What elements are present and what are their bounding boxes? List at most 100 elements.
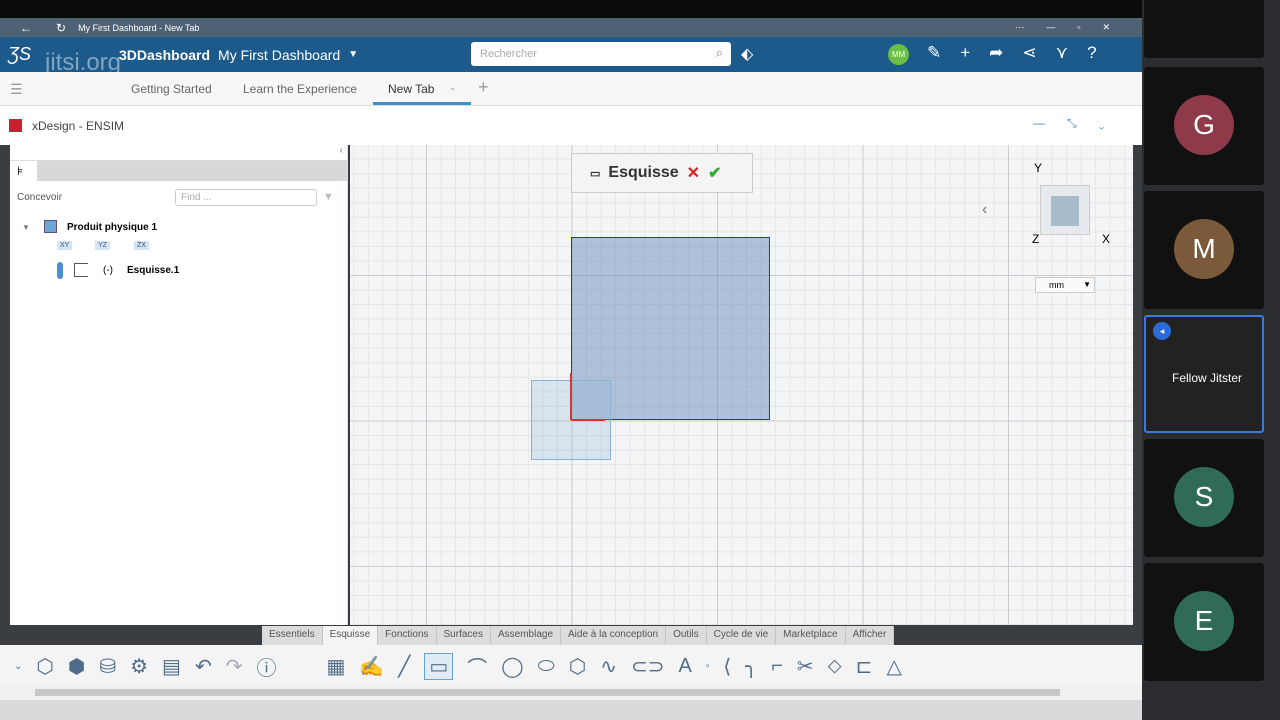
search-icon[interactable]: ⌕ <box>716 45 723 61</box>
tab-bar: ☰ Getting Started Learn the Experience N… <box>0 72 1142 106</box>
tree-tab-icon[interactable]: ⊧ <box>10 161 37 181</box>
back-icon[interactable]: ← <box>20 21 32 35</box>
dashboard-header: ƷS jitsi.org 3DDashboard My First Dashbo… <box>0 37 1142 76</box>
speaker-icon: ◂ <box>1153 322 1171 340</box>
tab-getting-started[interactable]: Getting Started <box>131 82 212 96</box>
ttab-marketplace[interactable]: Marketplace <box>776 626 846 645</box>
reload-icon[interactable]: ↻ <box>56 21 66 35</box>
filter-icon[interactable]: ▼ <box>323 191 334 203</box>
ttab-cycle[interactable]: Cycle de vie <box>706 626 777 645</box>
help-icon[interactable]: ⓘ <box>256 652 276 681</box>
dashboard-name[interactable]: My First Dashboard <box>218 47 340 63</box>
circle-icon[interactable]: ◯ <box>501 654 523 679</box>
slot-icon[interactable]: ⊂⊃ <box>631 654 665 679</box>
undo-icon[interactable]: ↶ <box>195 654 212 679</box>
participant-tile[interactable]: G <box>1144 67 1264 185</box>
menu-icon[interactable]: ☰ <box>10 81 23 98</box>
search-box[interactable]: Rechercher ⌕ <box>471 42 731 66</box>
plane-yz[interactable]: YZ <box>95 241 110 250</box>
ttab-afficher[interactable]: Afficher <box>845 626 895 645</box>
tab-new[interactable]: New Tab <box>388 82 434 96</box>
participant-name: Fellow Jitster <box>1172 371 1243 385</box>
participant-tile[interactable]: S <box>1144 439 1264 557</box>
y-axis <box>570 373 572 420</box>
units-value: mm <box>1049 280 1064 290</box>
polygon-icon[interactable]: ⬡ <box>569 654 586 679</box>
search-input[interactable]: Rechercher <box>480 48 537 60</box>
add-tab-icon[interactable]: + <box>478 77 489 98</box>
chevron-down-icon[interactable]: ⌄ <box>449 82 457 93</box>
collapse-panel-icon[interactable]: ‹ <box>340 145 343 156</box>
plane-xy[interactable]: XY <box>57 241 73 250</box>
data-tool-icon[interactable]: ⛁ <box>99 654 116 679</box>
section-label: Concevoir <box>17 192 63 203</box>
viewcube[interactable] <box>1040 185 1090 235</box>
ttab-outils[interactable]: Outils <box>666 626 707 645</box>
point-icon[interactable]: ▫ <box>706 661 710 672</box>
ttab-essentiels[interactable]: Essentiels <box>262 626 323 645</box>
redo-icon[interactable]: ↷ <box>226 654 243 679</box>
cut-icon[interactable]: ✂ <box>797 654 814 679</box>
mirror-icon[interactable]: △ <box>886 654 901 679</box>
collapse-icon[interactable]: ‹ <box>982 201 987 219</box>
text-icon[interactable]: A <box>678 655 691 678</box>
fillet-icon[interactable]: ╮ <box>745 654 757 679</box>
user-avatar[interactable]: MM <box>888 44 909 65</box>
part-tool-icon[interactable]: ⬡ <box>36 654 53 679</box>
rectangle-icon[interactable]: ▭ <box>424 652 454 680</box>
cancel-sketch-icon[interactable]: ✕ <box>687 163 700 183</box>
app-name: 3DDashboard <box>119 46 211 63</box>
sketch-canvas[interactable]: ▭ Esquisse ✕ ✔ ‹ Y Z X mm ▼ <box>350 145 1133 625</box>
freehand-icon[interactable]: ✍ <box>359 654 384 679</box>
ttab-surfaces[interactable]: Surfaces <box>436 626 491 645</box>
window-controls[interactable]: ⋯—▫✕ <box>1015 22 1132 33</box>
update-icon[interactable]: ⚙ <box>130 654 148 679</box>
ttab-assemblage[interactable]: Assemblage <box>490 626 562 645</box>
participant-tile-active[interactable]: ◂ Fellow Jitster <box>1144 315 1264 433</box>
plane-zx[interactable]: ZX <box>134 241 149 250</box>
sketch-label: Esquisse <box>608 164 679 181</box>
toolbar-tabs: Essentiels Esquisse Fonctions Surfaces A… <box>262 626 895 645</box>
offset-icon[interactable]: ⊏ <box>856 654 873 679</box>
expand-icon[interactable]: ▼ <box>22 223 30 232</box>
chamfer-icon[interactable]: ⟨ <box>723 654 731 679</box>
expand-icon[interactable]: ⌄ <box>14 661 22 672</box>
spline-icon[interactable]: ∿ <box>600 654 617 679</box>
line-icon[interactable]: ╱ <box>398 654 410 679</box>
app-controls[interactable]: —⤡⌄ <box>1033 116 1126 131</box>
tag-icon[interactable]: ⬖ <box>741 44 753 64</box>
x-axis <box>571 419 605 421</box>
participant-tile[interactable]: M <box>1144 191 1264 309</box>
grid-icon[interactable]: ▦ <box>326 654 345 679</box>
tree-root[interactable]: Produit physique 1 <box>67 222 157 233</box>
confirm-sketch-icon[interactable]: ✔ <box>708 163 721 183</box>
header-actions[interactable]: ✎+➦⋖⋎? <box>927 43 1116 63</box>
app-title: xDesign - ENSIM <box>32 119 125 133</box>
assembly-tool-icon[interactable]: ⬢ <box>68 654 85 679</box>
avatar: S <box>1174 467 1234 527</box>
ttab-aide[interactable]: Aide à la conception <box>561 626 667 645</box>
tree-sketch[interactable]: Esquisse.1 <box>127 265 179 276</box>
active-tab-underline <box>373 102 471 105</box>
action-toolbar: ⌄ ⬡ ⬢ ⛁ ⚙ ▤ ↶ ↷ ⓘ ▦ ✍ ╱ ▭ ⌒ ◯ ⬭ ⬡ ∿ ⊂⊃ A… <box>0 645 1142 687</box>
sketch-icon: ▭ <box>590 167 601 180</box>
ttab-fonctions[interactable]: Fonctions <box>378 626 437 645</box>
xdesign-logo-icon <box>9 119 22 132</box>
arc-icon[interactable]: ⌒ <box>467 652 487 681</box>
find-input[interactable]: Find ... <box>175 189 317 206</box>
sketch-icon <box>74 263 88 277</box>
ellipse-icon[interactable]: ⬭ <box>538 655 555 678</box>
part-icon <box>44 220 57 233</box>
chevron-down-icon[interactable]: ▼ <box>348 49 358 60</box>
ttab-esquisse[interactable]: Esquisse <box>322 626 379 645</box>
project-icon[interactable]: ⬦ <box>828 655 842 678</box>
horizontal-scrollbar[interactable] <box>0 686 1142 700</box>
manage-icon[interactable]: ▤ <box>162 654 181 679</box>
participant-tile[interactable]: E <box>1144 563 1264 681</box>
trim-icon[interactable]: ⌐ <box>771 655 783 678</box>
chevron-down-icon: ▼ <box>1083 280 1091 289</box>
participant-tile[interactable] <box>1144 0 1264 58</box>
tab-learn[interactable]: Learn the Experience <box>243 82 357 96</box>
top-bar <box>0 0 1142 18</box>
units-select[interactable]: mm ▼ <box>1035 277 1095 293</box>
